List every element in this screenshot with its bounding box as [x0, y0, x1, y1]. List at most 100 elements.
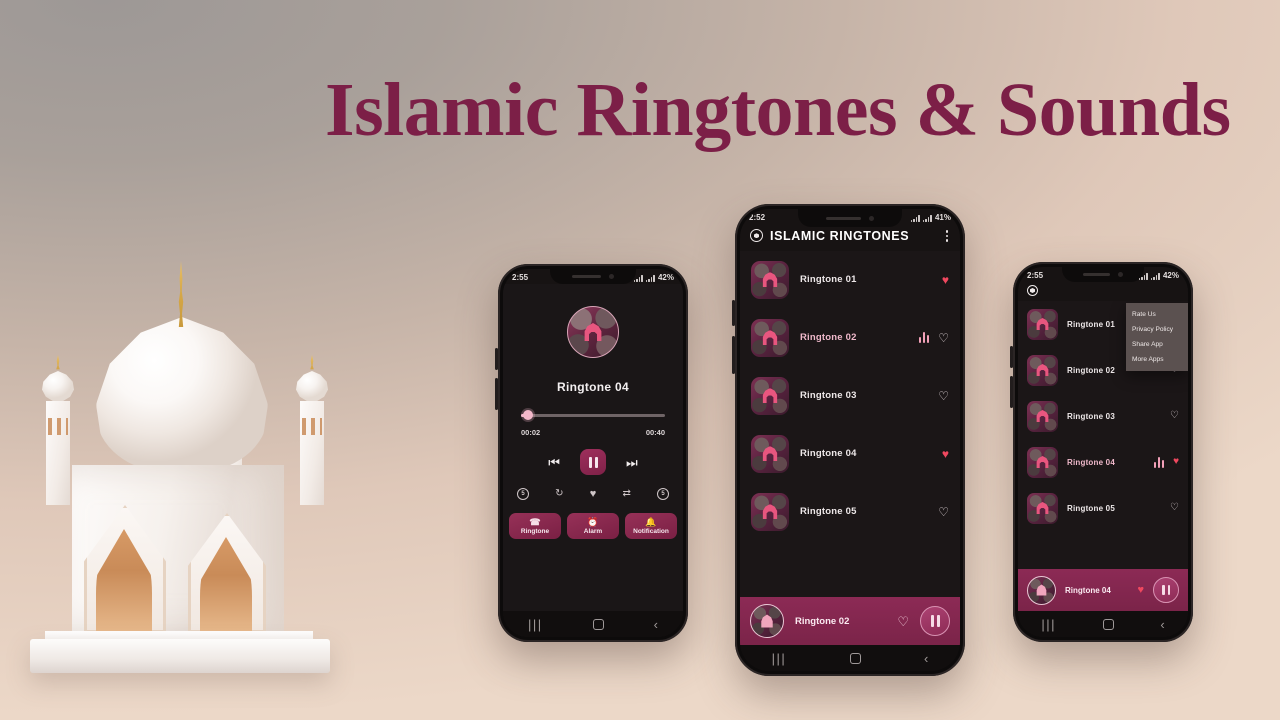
list-item[interactable]: Ringtone 05 ♡ — [1018, 485, 1188, 531]
mosque-base — [30, 639, 330, 673]
ringtone-name: Ringtone 04 — [800, 448, 857, 459]
home-button[interactable] — [1102, 618, 1114, 630]
ringtone-name: Ringtone 05 — [800, 506, 857, 517]
favorite-outline-icon[interactable]: ♡ — [938, 390, 949, 402]
ringtone-thumbnail — [1027, 446, 1058, 478]
repeat-icon[interactable]: ↻ — [555, 489, 563, 499]
status-time: 2:55 — [1027, 271, 1044, 280]
previous-button[interactable]: ⏮ — [548, 456, 560, 469]
row-actions: ♥ — [1153, 456, 1179, 468]
set-ringtone-button[interactable]: ☎ Ringtone — [509, 513, 561, 539]
back-button[interactable]: ‹ — [654, 618, 658, 631]
track-title: Ringtone 04 — [557, 380, 629, 394]
row-actions: ♡ — [1170, 503, 1179, 513]
overflow-menu[interactable]: Rate Us Privacy Policy Share App More Apps — [1126, 303, 1188, 371]
list-phone: 2:52 41% ISLAMIC RINGTONES Ringtone 01 ♥ R… — [732, 204, 965, 676]
mini-album-art — [750, 604, 784, 638]
set-alarm-label: Alarm — [583, 527, 603, 535]
mini-play-pause-button[interactable] — [1153, 577, 1179, 603]
equalizer-playing-icon — [918, 332, 930, 343]
status-bar: 2:52 41% — [740, 209, 960, 224]
favorite-outline-icon[interactable]: ♡ — [1170, 503, 1179, 513]
favorite-outline-icon[interactable]: ♡ — [938, 506, 949, 518]
signal-icon — [1138, 273, 1148, 280]
bell-icon: 🔔 — [645, 516, 657, 527]
list-item[interactable]: Ringtone 04 ♥ — [740, 425, 960, 483]
kebab-menu-icon[interactable] — [944, 228, 951, 244]
ringtone-thumbnail — [751, 318, 789, 357]
record-target-icon — [750, 229, 763, 243]
seek-bar[interactable] — [521, 410, 665, 420]
page-title: Islamic Ringtones & Sounds — [325, 68, 1231, 152]
favorite-filled-icon[interactable]: ♥ — [942, 274, 949, 286]
mini-track-title: Ringtone 04 — [1065, 585, 1111, 595]
favorite-filled-icon[interactable]: ♥ — [942, 448, 949, 460]
phone-ring-icon: ☎ — [529, 516, 541, 527]
recents-button[interactable]: ||| — [772, 652, 787, 665]
mosque-arch-icon — [1036, 410, 1049, 422]
list-item[interactable]: Ringtone 01 ♥ — [740, 251, 960, 309]
menu-screen: 2:55 42% Ringtone 01♡Ringtone 02♡Rington… — [1018, 267, 1188, 637]
mini-player[interactable]: Ringtone 04 ♥ — [1018, 569, 1188, 611]
total-time: 00:40 — [645, 428, 665, 437]
home-button[interactable] — [849, 652, 861, 664]
mini-player[interactable]: Ringtone 02 ♡ — [740, 597, 960, 645]
android-nav-bar: ||| ‹ — [503, 611, 683, 637]
set-ringtone-label: Ringtone — [520, 527, 550, 535]
android-nav-bar: ||| ‹ — [1018, 611, 1188, 637]
wifi-icon — [1150, 273, 1160, 280]
next-button[interactable]: ⏭ — [626, 456, 638, 469]
menu-item[interactable]: Rate Us — [1126, 307, 1188, 322]
ringtone-list[interactable]: Ringtone 01 ♥ Ringtone 02 ♡ Ringtone 03 ♡ Ring… — [740, 250, 960, 597]
favorite-outline-icon[interactable]: ♡ — [1170, 411, 1179, 421]
mosque-arch-icon — [584, 323, 602, 341]
ringtone-name: Ringtone 02 — [800, 332, 857, 343]
list-item[interactable]: Ringtone 04 ♥ — [1018, 439, 1188, 485]
replay-5-icon[interactable]: 5 — [517, 488, 529, 500]
favorite-outline-icon[interactable]: ♡ — [938, 332, 949, 344]
recents-button[interactable]: ||| — [1041, 618, 1056, 631]
favorite-heart-icon[interactable]: ♥ — [590, 488, 597, 500]
mini-favorite-icon[interactable]: ♥ — [1137, 584, 1144, 596]
shuffle-icon[interactable]: ⇄ — [622, 489, 630, 499]
forward-5-icon[interactable]: 5 — [657, 488, 669, 500]
home-button[interactable] — [592, 618, 604, 630]
list-item[interactable]: Ringtone 02 ♡ — [740, 309, 960, 367]
ringtone-thumbnail — [751, 376, 789, 415]
mosque-arch-icon — [762, 330, 778, 345]
row-actions: ♡ — [938, 390, 949, 402]
current-time: 00:02 — [521, 428, 541, 437]
play-pause-button[interactable] — [580, 449, 606, 475]
row-actions: ♥ — [942, 448, 949, 460]
list-item[interactable]: Ringtone 03 ♡ — [1018, 393, 1188, 439]
pause-icon — [588, 456, 598, 468]
seek-thumb[interactable] — [523, 410, 534, 420]
ringtone-name: Ringtone 01 — [800, 274, 857, 285]
mini-favorite-icon[interactable]: ♡ — [897, 615, 909, 628]
recents-button[interactable]: ||| — [528, 618, 543, 631]
set-notification-button[interactable]: 🔔 Notification — [625, 513, 677, 539]
back-button[interactable]: ‹ — [1160, 618, 1164, 631]
list-item[interactable]: Ringtone 05 ♡ — [740, 483, 960, 541]
back-button[interactable]: ‹ — [924, 652, 928, 665]
ringtone-name: Ringtone 04 — [1067, 457, 1115, 467]
menu-item[interactable]: Share App — [1126, 337, 1188, 352]
menu-item[interactable]: Privacy Policy — [1126, 322, 1188, 337]
set-alarm-button[interactable]: ⏰ Alarm — [567, 513, 619, 539]
record-target-icon — [1027, 285, 1038, 296]
ringtone-name: Ringtone 03 — [1067, 411, 1115, 421]
ringtone-list[interactable]: Ringtone 01♡Ringtone 02♡Ringtone 03♡Ring… — [1018, 301, 1188, 569]
mosque-arch-icon — [762, 504, 778, 519]
dome-finial — [178, 261, 184, 327]
ringtone-thumbnail — [751, 260, 789, 299]
app-title: ISLAMIC RINGTONES — [770, 228, 910, 243]
list-item[interactable]: Ringtone 03 ♡ — [740, 367, 960, 425]
mosque-arch-icon — [762, 388, 778, 403]
menu-item[interactable]: More Apps — [1126, 352, 1188, 367]
favorite-filled-icon[interactable]: ♥ — [1173, 457, 1179, 467]
mini-play-pause-button[interactable] — [920, 606, 950, 636]
ringtone-thumbnail — [751, 492, 789, 531]
menu-phone: 2:55 42% Ringtone 01♡Ringtone 02♡Rington… — [1010, 262, 1193, 642]
app-header — [1018, 282, 1188, 301]
main-dome — [96, 317, 268, 473]
